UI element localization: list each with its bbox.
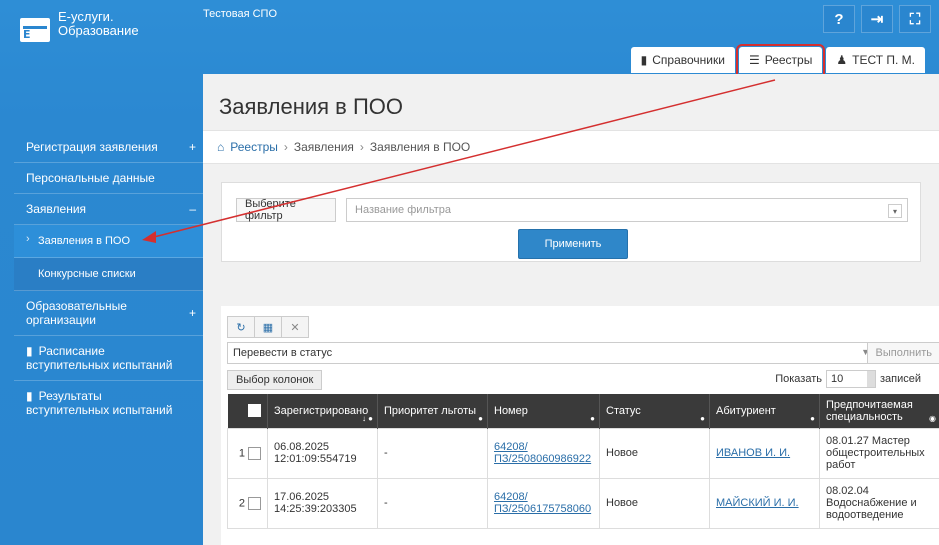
top-tabs: ▮ Справочники ☰ Реестры ♟ ТЕСТ П. М. <box>630 44 925 76</box>
sidebar-item-personal-data[interactable]: Персональные данные <box>14 163 206 194</box>
sort-icon: ↓ ● <box>361 413 373 423</box>
top-icons: ? ⇥ ⛶ <box>823 5 931 33</box>
breadcrumb: ⌂ Реестры › Заявления › Заявления в ПОО <box>203 130 939 164</box>
applications-table: Зарегистрировано ↓ ● Приоритет льготы ● Но… <box>227 394 939 529</box>
breadcrumb-separator: › <box>359 140 364 154</box>
sidebar-item-exam-schedule[interactable]: ▮ Расписание вступительных испытаний <box>14 336 206 381</box>
logout-icon[interactable]: ⇥ <box>861 5 893 33</box>
collapse-icon: – <box>189 202 196 216</box>
select-all-header <box>227 394 268 428</box>
book-icon: ▮ <box>26 389 33 403</box>
sidebar-item-applications[interactable]: Заявления – <box>14 194 206 225</box>
book-icon: ▮ <box>640 53 648 67</box>
cell-number[interactable]: 64208/ПЗ/2508060986922 <box>487 427 600 479</box>
page-title: Заявления в ПОО <box>219 94 403 119</box>
sort-icon: ● <box>810 413 815 423</box>
cell-specialty: 08.02.04 Водоснабжение и водоотведение <box>819 477 939 529</box>
list-icon: ☰ <box>748 53 760 67</box>
clear-icon[interactable]: ✕ <box>281 316 309 338</box>
breadcrumb-applications[interactable]: Заявления <box>294 140 354 154</box>
col-status[interactable]: Статус ● <box>599 394 710 428</box>
filter-select[interactable]: Название фильтра ▾ <box>346 198 908 222</box>
row-select: 2 <box>227 477 268 529</box>
cell-status: Новое <box>599 427 710 479</box>
sort-icon: ● <box>590 413 595 423</box>
app-title: Е-услуги. Образование <box>58 9 139 38</box>
col-priority[interactable]: Приоритет льготы ● <box>377 394 488 428</box>
expand-icon: + <box>188 306 196 320</box>
app-logo[interactable]: Е-услуги. Образование <box>20 10 139 42</box>
sort-icon: ● <box>478 413 483 423</box>
columns-button[interactable]: Выбор колонок <box>227 370 323 390</box>
book-icon: ▮ <box>26 344 33 358</box>
applications-grid: ↻ ▦ ✕ Перевести в статус ▼ Выполнить Выб… <box>221 306 939 545</box>
status-select[interactable]: Перевести в статус ▼ Выполнить <box>227 342 939 364</box>
sidebar-item-applications-poo[interactable]: Заявления в ПОО <box>14 225 206 258</box>
cell-applicant[interactable]: МАЙСКИЙ И. И. <box>709 477 820 529</box>
organization-name: Тестовая СПО <box>203 8 278 20</box>
col-registered[interactable]: Зарегистрировано ↓ ● <box>267 394 378 428</box>
table-row: 2 17.06.2025 14:25:39:203305 - 64208/ПЗ/2… <box>227 477 939 529</box>
table-row: 1 06.08.2025 12:01:09:554719 - 64208/ПЗ/2… <box>227 427 939 479</box>
cell-status: Новое <box>599 477 710 529</box>
col-number[interactable]: Номер ● <box>487 394 600 428</box>
sidebar-item-exam-results[interactable]: ▮ Результаты вступительных испытаний <box>14 381 206 425</box>
col-applicant[interactable]: Абитуриент ● <box>709 394 820 428</box>
cell-registered: 17.06.2025 14:25:39:203305 <box>267 477 378 529</box>
cell-priority: - <box>377 477 488 529</box>
tab-registers[interactable]: ☰ Реестры <box>735 44 826 76</box>
expand-icon: + <box>188 140 196 154</box>
grid-icon[interactable]: ▦ <box>254 316 282 338</box>
refresh-icon[interactable]: ↻ <box>227 316 255 338</box>
tab-reference-books[interactable]: ▮ Справочники <box>630 47 735 73</box>
filter-panel: Выберите фильтр Название фильтра ▾ Приме… <box>221 182 921 262</box>
cell-number[interactable]: 64208/ПЗ/2506175758060 <box>487 477 600 529</box>
row-checkbox[interactable] <box>248 446 261 460</box>
cell-priority: - <box>377 427 488 479</box>
eye-icon: ◉ <box>929 413 936 423</box>
main-panel: Заявления в ПОО ⌂ Реестры › Заявления › … <box>203 74 939 545</box>
sidebar: Регистрация заявления + Персональные дан… <box>14 132 206 425</box>
logo-icon <box>20 18 50 42</box>
execute-button[interactable]: Выполнить <box>866 343 939 363</box>
page-size-select[interactable]: 10 <box>825 370 876 388</box>
filter-label: Выберите фильтр <box>236 198 336 222</box>
help-icon[interactable]: ? <box>823 5 855 33</box>
breadcrumb-current: Заявления в ПОО <box>369 140 471 154</box>
breadcrumb-separator: › <box>283 140 288 154</box>
breadcrumb-registers[interactable]: Реестры <box>230 140 278 154</box>
sidebar-item-registration[interactable]: Регистрация заявления + <box>14 132 206 163</box>
table-header-row: Зарегистрировано ↓ ● Приоритет льготы ● Но… <box>227 394 939 428</box>
row-select: 1 <box>227 427 268 479</box>
sort-icon: ● <box>700 413 705 423</box>
sidebar-item-organizations[interactable]: Образовательные организации + <box>14 291 206 336</box>
user-icon: ♟ <box>836 53 848 67</box>
cell-registered: 06.08.2025 12:01:09:554719 <box>267 427 378 479</box>
dropdown-icon: ▾ <box>888 204 902 218</box>
apply-button[interactable]: Применить <box>518 229 628 259</box>
home-icon[interactable]: ⌂ <box>217 140 224 154</box>
sidebar-item-competition-lists[interactable]: Конкурсные списки <box>14 258 206 291</box>
row-checkbox[interactable] <box>248 496 261 510</box>
col-specialty[interactable]: Предпочитаемая специальность ◉ <box>819 394 939 428</box>
grid-toolbar: ↻ ▦ ✕ <box>227 316 309 338</box>
fullscreen-icon[interactable]: ⛶ <box>899 5 931 33</box>
page-size-control: Показать 10 записей <box>775 370 921 388</box>
select-all-checkbox[interactable] <box>248 404 261 418</box>
cell-applicant[interactable]: ИВАНОВ И. И. <box>709 427 820 479</box>
tab-user-menu[interactable]: ♟ ТЕСТ П. М. <box>826 47 925 73</box>
cell-specialty: 08.01.27 Мастер общестроительных работ <box>819 427 939 479</box>
